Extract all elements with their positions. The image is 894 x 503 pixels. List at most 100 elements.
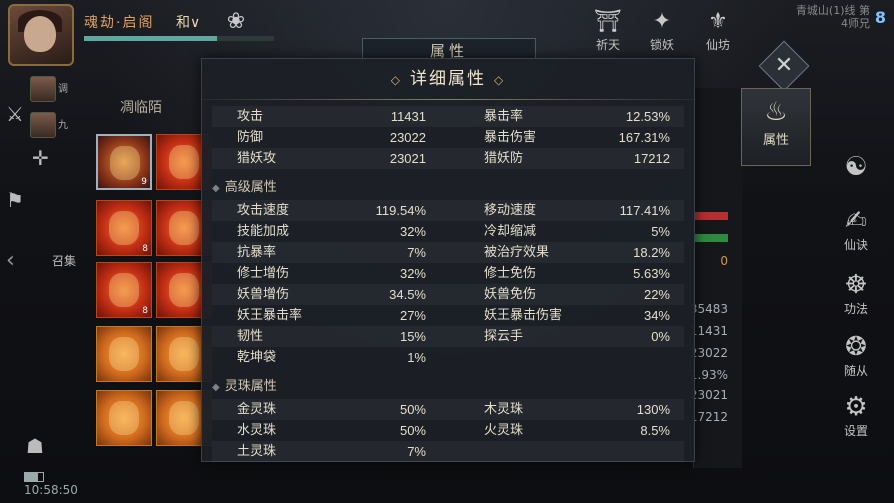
attribute-value: 32%	[399, 224, 426, 239]
stat-value: 11431	[689, 324, 728, 338]
equipment-slot[interactable]	[96, 326, 152, 382]
crosshair-icon[interactable]: ✛	[32, 146, 49, 170]
stats-panel-behind: 0 35483 11431 23022 1.93% 23021 17212	[689, 88, 742, 468]
attribute-row: 攻击 11431 暴击率 12.53%	[212, 106, 684, 127]
attribute-row: 修士增伤 32% 修士免伤 5.63%	[212, 263, 684, 284]
menu-label: 随从	[843, 364, 868, 378]
lotus-icon: ❀	[226, 9, 246, 34]
player-avatar[interactable]	[8, 4, 74, 66]
attribute-value: 167.31%	[618, 130, 670, 145]
chat-icon[interactable]: ☗	[26, 434, 44, 458]
top-menu-xianfang[interactable]: ⚜ 仙坊	[696, 8, 740, 60]
top-menu-label: 祈天	[595, 38, 620, 52]
attribute-value: 5%	[651, 224, 670, 239]
flag-icon[interactable]: ⚑	[6, 188, 24, 212]
attribute-value: 23021	[389, 151, 426, 166]
attribute-label: 土灵珠	[237, 444, 277, 459]
attribute-row: 乾坤袋 1%	[212, 347, 684, 368]
attribute-label: 暴击伤害	[484, 130, 537, 145]
top-menu-label: 仙坊	[705, 38, 730, 52]
attribute-row: 妖兽增伤 34.5% 妖兽免伤 22%	[212, 284, 684, 305]
team-member-label: 九	[58, 120, 68, 131]
attribute-label: 乾坤袋	[237, 350, 277, 365]
attribute-value: 23022	[389, 130, 426, 145]
menu-settings[interactable]: ⚙ 设置	[826, 392, 886, 439]
diamond-bullet-icon: ◆	[212, 382, 220, 393]
stat-value: 23022	[689, 346, 728, 360]
team-member-avatar[interactable]	[30, 112, 56, 138]
scroll-icon: ✍	[845, 206, 867, 236]
attribute-value: 34%	[643, 308, 670, 323]
top-menu-label: 锁妖	[649, 38, 674, 52]
equipment-slot[interactable]: 8	[96, 262, 152, 318]
equipment-slot[interactable]: 9	[96, 134, 152, 190]
attribute-row: 猎妖攻 23021 猎妖防 17212	[212, 148, 684, 169]
attribute-value: 117.41%	[619, 203, 670, 218]
section-advanced-title: ◆ 高级属性	[212, 180, 277, 195]
team-member-avatar[interactable]	[30, 76, 56, 102]
pagoda-icon: ⛩	[594, 9, 622, 34]
top-menu-lotus[interactable]: ❀	[214, 8, 258, 60]
top-menu-suoyao[interactable]: ✦ 锁妖	[640, 8, 684, 60]
menu-swirl[interactable]: ☯	[826, 152, 886, 182]
attribute-label: 技能加成	[237, 224, 290, 239]
attribute-value: 32%	[399, 266, 426, 281]
attribute-row: 防御 23022 暴击伤害 167.31%	[212, 127, 684, 148]
attribute-value: 5.63%	[633, 266, 670, 281]
diamond-ornament-icon: ◇	[390, 73, 402, 87]
attribute-label: 妖兽免伤	[484, 287, 537, 302]
tab-attributes[interactable]: ♨ 属性	[741, 88, 811, 166]
diamond-bullet-icon: ◆	[212, 183, 220, 194]
sword-icon[interactable]: ⚔	[6, 102, 24, 126]
attribute-row: 金灵珠 50% 木灵珠 130%	[212, 399, 684, 420]
attribute-label: 探云手	[484, 329, 524, 344]
collapse-arrow-icon[interactable]: ‹	[6, 248, 15, 273]
attribute-row: 攻击速度 119.54% 移动速度 117.41%	[212, 200, 684, 221]
attribute-value: 12.53%	[625, 109, 670, 124]
equipment-slot[interactable]	[96, 390, 152, 446]
detail-attributes-dialog: ◇ 详细属性 ◇ 攻击 11431 暴击率 12.53% 防御 23022 暴击伤害…	[201, 58, 695, 462]
attribute-value: 34.5%	[389, 287, 426, 302]
dialog-title: ◇ 详细属性 ◇	[390, 69, 506, 89]
attribute-label: 水灵珠	[237, 423, 277, 438]
top-menu-qitian[interactable]: ⛩ 祈天	[586, 8, 630, 60]
stat-value: 1.93%	[689, 368, 728, 382]
attribute-label: 攻击速度	[237, 203, 290, 218]
avatar-face	[24, 16, 56, 52]
left-sidebar: 调 九 ⚔ ✛ ⚑ ‹ 召集 ☗ 10:58:50	[0, 62, 84, 503]
menu-label: 仙诀	[843, 238, 868, 252]
attribute-value: 11431	[390, 109, 426, 124]
shrine-icon: ⚜	[708, 9, 728, 34]
attribute-label: 猎妖攻	[237, 151, 277, 166]
attribute-value: 18.2%	[633, 245, 670, 260]
attribute-value: 0%	[651, 329, 670, 344]
menu-suicong[interactable]: ❂ 随从	[826, 332, 886, 379]
attribute-value: 27%	[399, 308, 426, 323]
attribute-label: 妖王暴击率	[237, 308, 303, 323]
attribute-value: 1%	[407, 350, 426, 365]
attribute-label: 韧性	[237, 329, 264, 344]
attribute-label: 猎妖防	[484, 151, 524, 166]
menu-gongfa[interactable]: ☸ 功法	[826, 270, 886, 317]
flame-mask-icon: ♨	[764, 97, 788, 127]
equipment-slot[interactable]: 8	[96, 200, 152, 256]
menu-label: 设置	[843, 424, 868, 438]
attribute-label: 修士增伤	[237, 266, 290, 281]
attribute-row: 妖王暴击率 27% 妖王暴击伤害 34%	[212, 305, 684, 326]
menu-label: 功法	[843, 302, 868, 316]
attribute-value: 119.54%	[375, 203, 426, 218]
attribute-label: 修士免伤	[484, 266, 537, 281]
attribute-value: 7%	[407, 444, 426, 459]
section-orb-title: ◆ 灵珠属性	[212, 379, 277, 394]
recruit-label[interactable]: 召集	[52, 252, 76, 269]
menu-xianjue[interactable]: ✍ 仙诀	[826, 206, 886, 253]
mode-selector[interactable]: 和∨	[176, 12, 200, 32]
attribute-label: 抗暴率	[237, 245, 277, 260]
attribute-value: 50%	[399, 402, 426, 417]
notification-counter[interactable]: 8	[875, 8, 886, 27]
stat-value: 17212	[689, 410, 728, 424]
stat-value: 23021	[689, 388, 728, 402]
title-divider	[202, 99, 694, 100]
yin-yang-icon: ☸	[844, 270, 868, 300]
stat-value: 0	[720, 254, 728, 268]
